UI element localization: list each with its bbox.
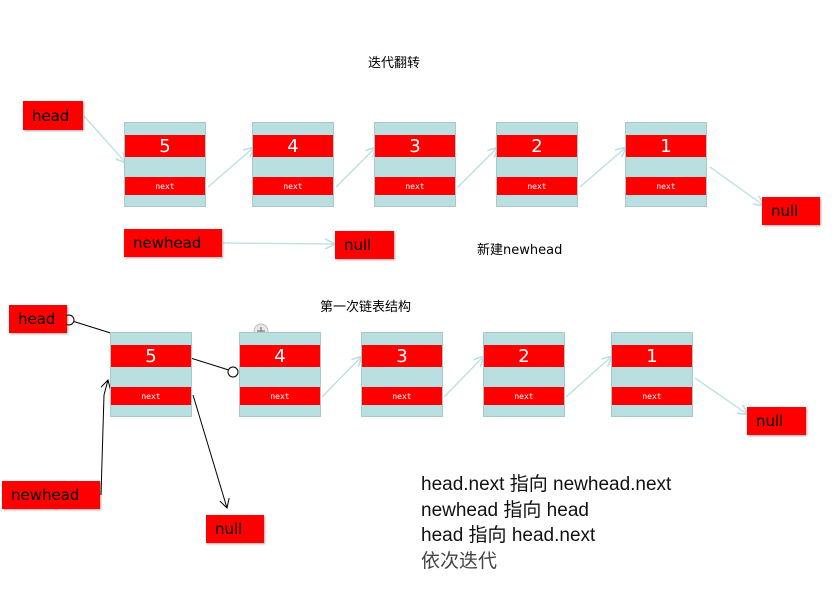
node5-null-label: null	[215, 520, 243, 538]
edge-node5-to-node4	[207, 148, 253, 188]
node-value: 3	[375, 135, 455, 157]
note-line: newhead 指向 head	[421, 499, 589, 521]
head-label-2: head	[18, 310, 56, 328]
node-value: 3	[362, 345, 442, 367]
list-node[interactable]: 5 next	[124, 122, 206, 207]
note-line: head.next 指向 newhead.next	[421, 474, 672, 495]
edge-head-to-node5	[83, 115, 125, 162]
edge-node1-to-null	[709, 166, 763, 205]
node-value: 2	[484, 345, 564, 367]
edge-node2-to-node1	[579, 148, 625, 188]
list-node[interactable]: 1 next	[611, 332, 693, 417]
node-next-field: next	[125, 177, 205, 195]
list-node[interactable]: 2 next	[496, 122, 578, 207]
list-node[interactable]: 1 next	[625, 122, 707, 207]
list-node[interactable]: 4 next	[239, 332, 321, 417]
null-end-label-2: null	[756, 412, 784, 430]
null-end-box-2[interactable]: null	[747, 407, 806, 435]
edge2-node2-to-node1	[565, 357, 611, 398]
node-next-field: next	[612, 387, 692, 405]
edge2-node3-to-node2	[443, 357, 483, 398]
list-node[interactable]: 5 next	[110, 332, 192, 417]
newhead-pointer-box[interactable]: newhead	[124, 229, 222, 257]
node-next-field: next	[484, 387, 564, 405]
note-line: 依次迭代	[421, 550, 498, 572]
edge2-newhead-to-node5	[100, 380, 108, 496]
node-next-field: next	[497, 177, 577, 195]
newhead-pointer-box-2[interactable]: newhead	[2, 481, 100, 509]
explanation-notes: head.next 指向 newhead.next newhead 指向 hea…	[421, 472, 671, 574]
edge-node4-to-node3	[335, 148, 375, 188]
head-pointer-box-2[interactable]: head	[9, 305, 67, 333]
node5-null-box[interactable]: null	[206, 515, 264, 543]
edge2-node4-to-node3	[321, 357, 361, 398]
node-value: 5	[125, 135, 205, 157]
newhead-label-2: newhead	[11, 486, 80, 504]
edge2-node1-to-null	[694, 377, 747, 414]
null-end-box[interactable]: null	[762, 197, 820, 225]
head-label: head	[32, 106, 70, 125]
node-next-field: next	[375, 177, 455, 195]
node-next-field: next	[240, 387, 320, 405]
newhead-null-box[interactable]: null	[335, 231, 394, 259]
connector-handle-end	[227, 366, 239, 378]
null-end-label: null	[771, 202, 799, 220]
list-node[interactable]: 4 next	[252, 122, 334, 207]
edge-newhead-to-null	[222, 243, 334, 244]
node-next-field: next	[362, 387, 442, 405]
node-value: 1	[626, 135, 706, 157]
node-next-field: next	[253, 177, 333, 195]
node-value: 2	[497, 135, 577, 157]
node-next-field: next	[111, 387, 191, 405]
list-node[interactable]: 3 next	[361, 332, 443, 417]
node-value: 4	[253, 135, 333, 157]
edge2-node5-to-null	[192, 394, 227, 508]
connector-lines	[63, 115, 835, 600]
node-value: 1	[612, 345, 692, 367]
node-value: 5	[111, 345, 191, 367]
edge-node3-to-node2	[457, 148, 497, 188]
newhead-null-label: null	[344, 236, 372, 254]
node-value: 4	[240, 345, 320, 367]
newhead-label: newhead	[133, 234, 202, 252]
node-next-field: next	[626, 177, 706, 195]
head-pointer-box[interactable]: head	[23, 101, 83, 130]
list-node[interactable]: 2 next	[483, 332, 565, 417]
list-node[interactable]: 3 next	[374, 122, 456, 207]
note-line: head 指向 head.next	[421, 525, 596, 546]
